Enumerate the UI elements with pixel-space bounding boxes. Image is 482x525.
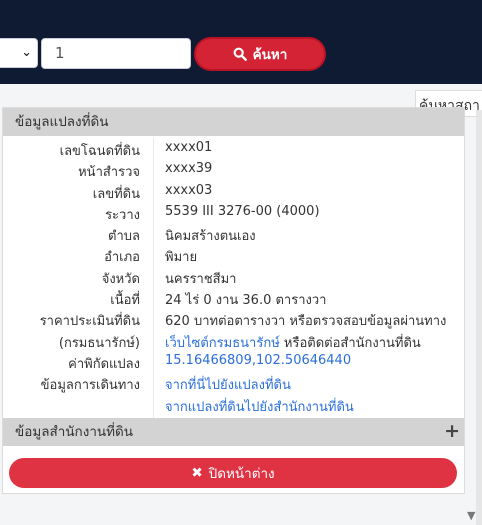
- table-row: เลขที่ดิน xxxx03: [3, 181, 464, 202]
- row-value: จากที่นี่ไปยังแปลงที่ดิน: [165, 374, 291, 395]
- table-row: ตำบล นิคมสร้างตนเอง: [3, 223, 464, 244]
- search-button[interactable]: ค้นหา: [194, 37, 326, 71]
- plus-icon[interactable]: +: [444, 418, 460, 444]
- land-info-table: เลขโฉนดที่ดิน xxxx01 หน้าสำรวจ xxxx39 เล…: [3, 138, 464, 415]
- row-value: 15.16466809,102.50646440: [165, 353, 351, 368]
- province-select[interactable]: ⌄: [0, 38, 38, 68]
- table-row: จากแปลงที่ดินไปยังสำนักงานที่ดิน: [3, 394, 464, 415]
- land-number-input[interactable]: 1: [41, 38, 191, 69]
- row-value: นิคมสร้างตนเอง: [165, 229, 256, 245]
- table-row: เนื้อที่ 24 ไร่ 0 งาน 36.0 ตารางวา: [3, 287, 464, 308]
- row-label: เลขโฉนดที่ดิน: [59, 144, 140, 159]
- row-value: xxxx03: [165, 182, 213, 198]
- table-row: เลขโฉนดที่ดิน xxxx01: [3, 138, 464, 159]
- land-parcel-section-header: ข้อมูลแปลงที่ดิน: [3, 108, 464, 136]
- row-value: จากแปลงที่ดินไปยังสำนักงานที่ดิน: [165, 396, 354, 417]
- table-row: ค่าพิกัดแปลง 15.16466809,102.50646440: [3, 351, 464, 372]
- close-icon: ✖: [191, 465, 203, 481]
- search-button-label: ค้นหา: [252, 47, 288, 63]
- row-value: พิมาย: [165, 250, 198, 266]
- row-value: 620 บาทต่อตารางวา หรือตรวจสอบข้อมูลผ่านท…: [165, 314, 447, 330]
- table-row: ข้อมูลการเดินทาง จากที่นี่ไปยังแปลงที่ดิ…: [3, 372, 464, 393]
- directions-to-office-link[interactable]: จากแปลงที่ดินไปยังสำนักงานที่ดิน: [165, 400, 354, 415]
- table-row: ราคาประเมินที่ดิน 620 บาทต่อตารางวา หรือ…: [3, 308, 464, 329]
- coordinates-link[interactable]: 15.16466809,102.50646440: [165, 353, 351, 368]
- row-label: ค่าพิกัดแปลง: [68, 356, 140, 372]
- land-office-section-title: ข้อมูลสำนักงานที่ดิน: [15, 424, 134, 440]
- row-value: เว็บไซต์กรมธนารักษ์ หรือติดต่อสำนักงานที…: [165, 332, 421, 353]
- row-label: ระวาง: [105, 207, 140, 223]
- land-office-section-header[interactable]: ข้อมูลสำนักงานที่ดิน +: [3, 418, 464, 446]
- row-label: ราคาประเมินที่ดิน: [39, 314, 140, 330]
- table-row: (กรมธนารักษ์) เว็บไซต์กรมธนารักษ์ หรือติ…: [3, 330, 464, 351]
- close-window-button[interactable]: ✖ ปิดหน้าต่าง: [9, 458, 457, 488]
- treasury-website-link[interactable]: เว็บไซต์กรมธนารักษ์: [165, 336, 280, 351]
- row-value: xxxx39: [165, 161, 213, 177]
- row-label: ตำบล: [108, 229, 140, 245]
- row-value: 24 ไร่ 0 งาน 36.0 ตารางวา: [165, 293, 327, 309]
- row-label: หน้าสำรวจ: [78, 165, 140, 181]
- close-button-label: ปิดหน้าต่าง: [208, 466, 275, 482]
- search-icon: [233, 47, 247, 61]
- table-row: อำเภอ พิมาย: [3, 244, 464, 265]
- row-value: xxxx01: [165, 140, 213, 155]
- row-label: (กรมธนารักษ์): [58, 335, 140, 351]
- row-label: อำเภอ: [104, 250, 140, 266]
- row-value: 5539 III 3276-00 (4000): [165, 203, 320, 219]
- table-row: ระวาง 5539 III 3276-00 (4000): [3, 202, 464, 223]
- scroll-down-icon[interactable]: ▼: [467, 509, 475, 522]
- row-value-suffix: หรือติดต่อสำนักงานที่ดิน: [279, 335, 421, 351]
- table-row: หน้าสำรวจ xxxx39: [3, 159, 464, 180]
- row-value: นครราชสีมา: [165, 271, 237, 287]
- land-info-popup: ข้อมูลแปลงที่ดิน เลขโฉนดที่ดิน xxxx01 หน…: [2, 107, 465, 494]
- row-label: เนื้อที่: [110, 293, 140, 309]
- map-scrollbar[interactable]: [476, 110, 482, 525]
- chevron-down-icon: ⌄: [21, 45, 32, 60]
- row-label: ข้อมูลการเดินทาง: [40, 378, 140, 394]
- top-toolbar: ⌄ 1 ค้นหา: [0, 0, 482, 84]
- row-label: เลขที่ดิน: [92, 186, 140, 202]
- table-row: จังหวัด นครราชสีมา: [3, 266, 464, 287]
- row-label: จังหวัด: [101, 271, 140, 287]
- directions-to-parcel-link[interactable]: จากที่นี่ไปยังแปลงที่ดิน: [165, 378, 291, 393]
